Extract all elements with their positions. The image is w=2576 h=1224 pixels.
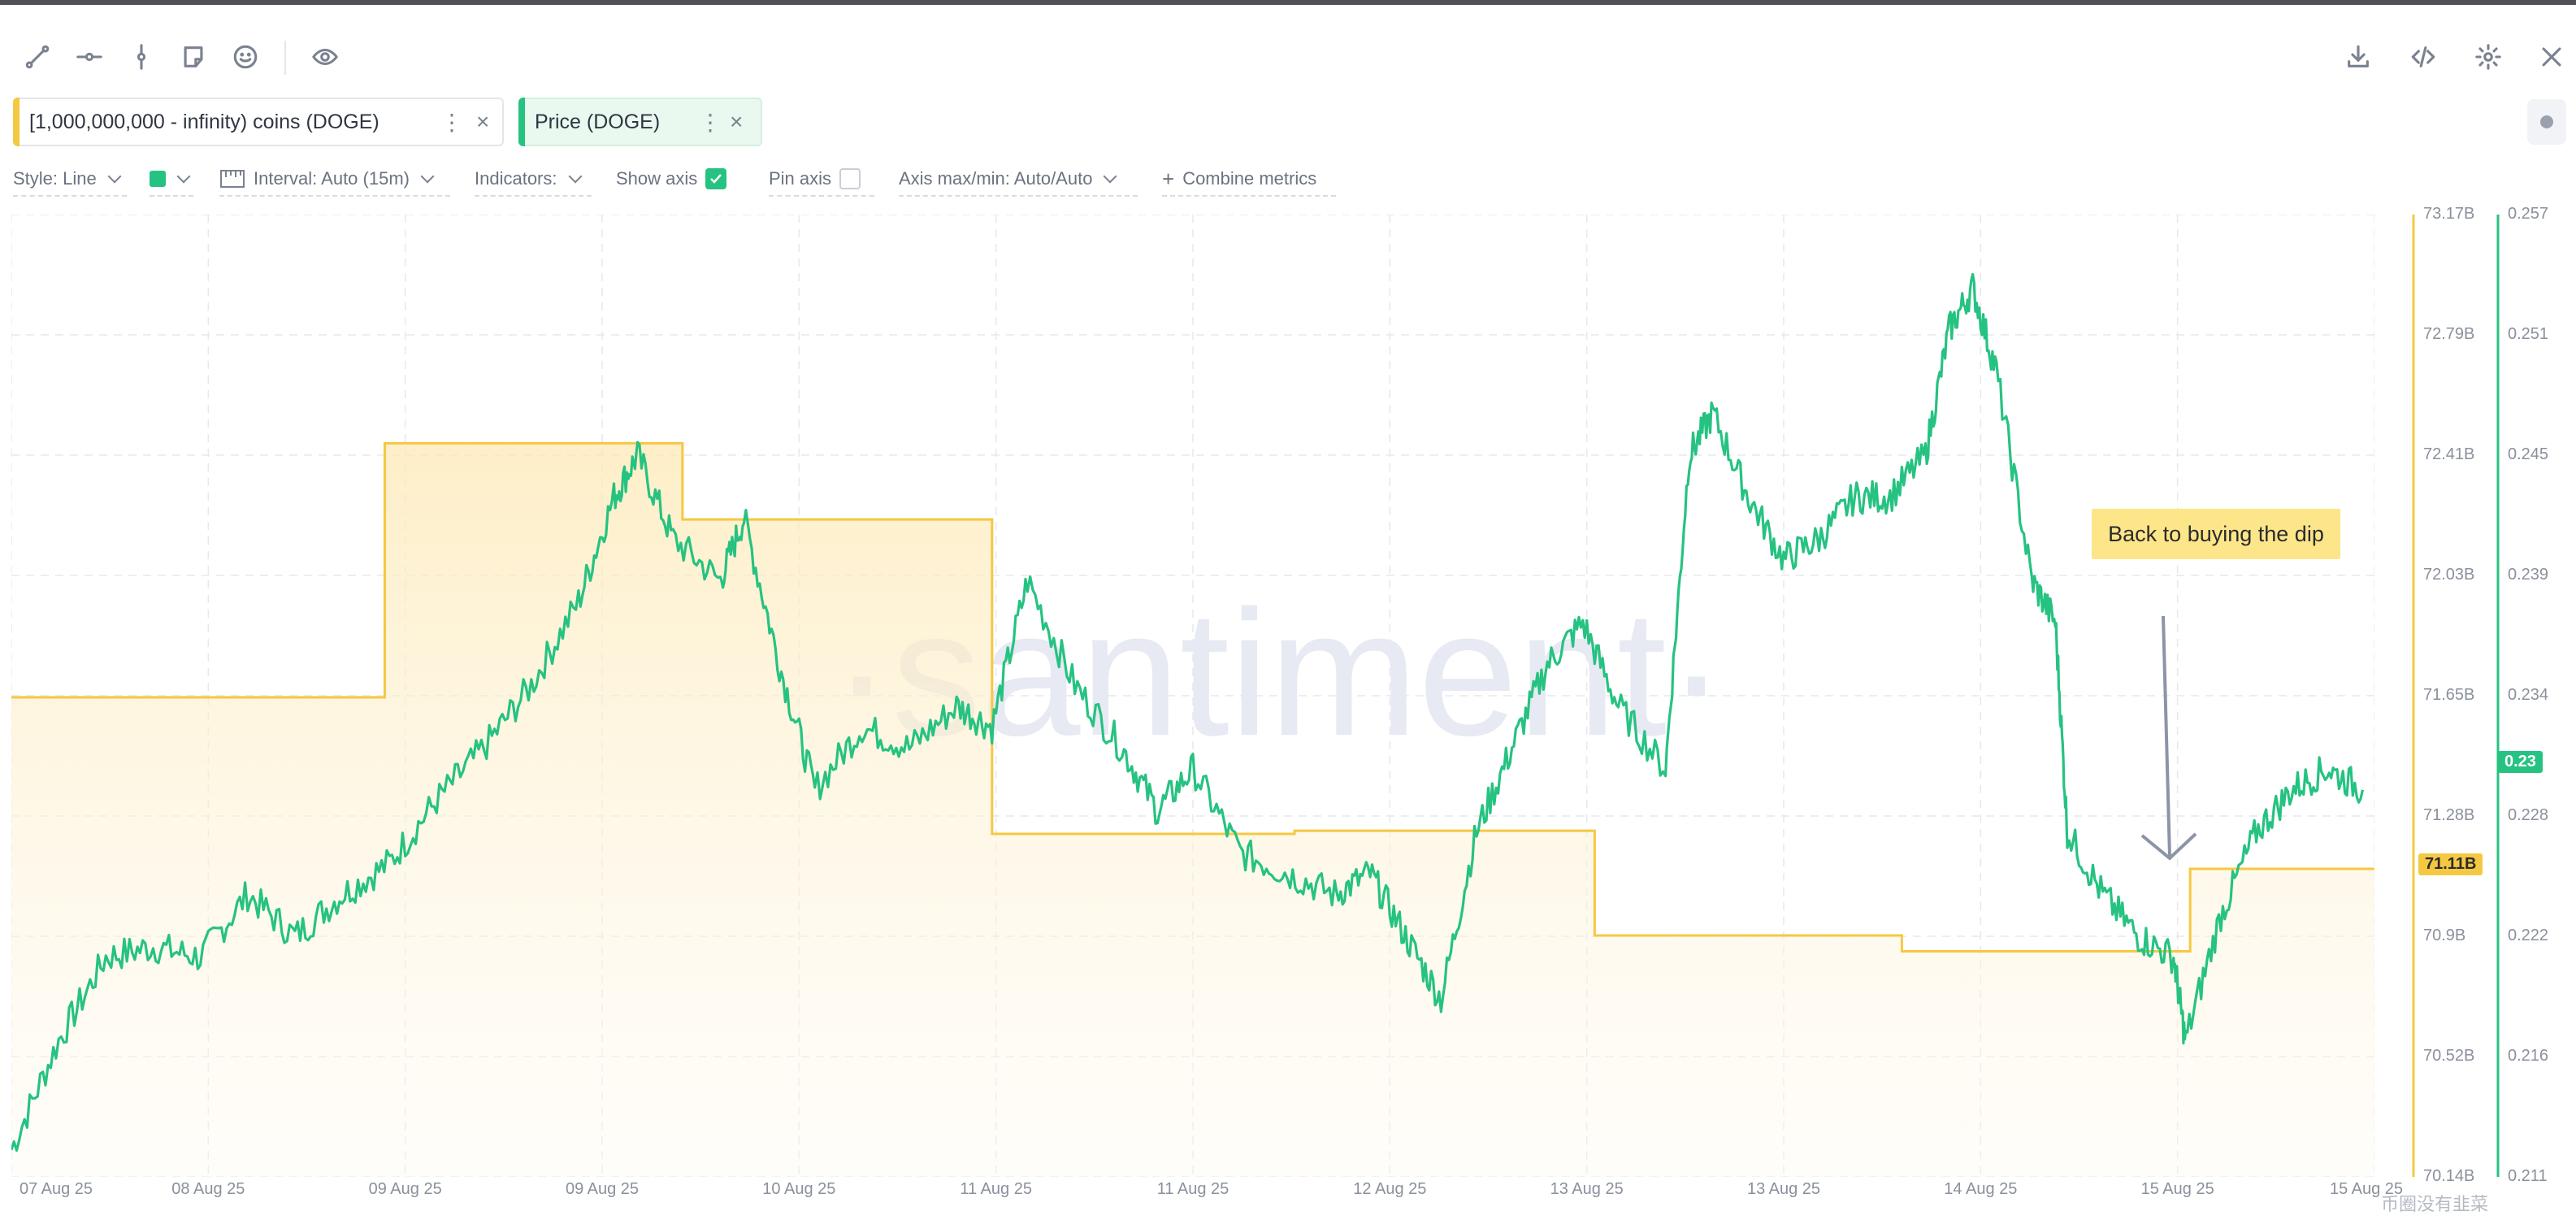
- price-axis-tick: 0.228: [2508, 806, 2549, 824]
- x-axis-tick: 15 Aug 25: [2140, 1180, 2214, 1198]
- toolbar-divider: [284, 41, 286, 75]
- x-axis-tick: 11 Aug 25: [960, 1180, 1032, 1198]
- chevron-down-icon: [176, 169, 191, 184]
- price-current-badge: 0.23: [2498, 751, 2543, 773]
- x-axis-tick: 09 Aug 25: [368, 1180, 442, 1198]
- axis-maxmin-label: Axis max/min: Auto/Auto: [899, 168, 1093, 189]
- interval-select[interactable]: Interval: Auto (15m): [219, 163, 450, 197]
- vertical-line-icon[interactable]: [124, 39, 159, 75]
- plus-icon: +: [1162, 166, 1175, 191]
- price-axis-tick: 0.234: [2508, 686, 2549, 704]
- supply-axis-tick: 70.14B: [2423, 1167, 2475, 1185]
- color-select[interactable]: [150, 163, 193, 197]
- chevron-down-icon: [568, 169, 582, 184]
- chart-toolbar: [0, 33, 2576, 81]
- download-icon[interactable]: [2340, 39, 2376, 75]
- supply-axis-tick: 72.41B: [2423, 445, 2475, 463]
- settings-icon[interactable]: [2470, 39, 2506, 75]
- supply-axis-tick: 72.03B: [2423, 566, 2475, 584]
- pin-axis-label: Pin axis: [769, 168, 832, 189]
- supply-current-badge: 71.11B: [2418, 853, 2483, 875]
- close-icon[interactable]: [2534, 39, 2569, 75]
- x-axis-tick: 12 Aug 25: [1353, 1180, 1427, 1198]
- x-axis-tick: 13 Aug 25: [1550, 1180, 1624, 1198]
- price-axis-tick: 0.245: [2508, 445, 2549, 463]
- x-axis-tick: 13 Aug 25: [1746, 1180, 1821, 1198]
- x-axis-tick: 11 Aug 25: [1156, 1180, 1229, 1198]
- price-axis-tick: 0.211: [2508, 1167, 2548, 1185]
- annotation-label[interactable]: Back to buying the dip: [2092, 509, 2340, 559]
- supply-axis-tick: 70.9B: [2423, 927, 2466, 944]
- check-icon: [710, 174, 722, 184]
- pin-axis-checkbox[interactable]: [839, 168, 861, 189]
- interval-label: Interval: Auto (15m): [254, 168, 410, 189]
- price-axis-tick: 0.239: [2508, 566, 2549, 584]
- panel-toggle-button[interactable]: [2527, 99, 2566, 145]
- supply-axis-tick: 71.65B: [2423, 686, 2475, 704]
- supply-axis-tick: 71.28B: [2423, 806, 2475, 824]
- chart-options-row: Style: Line Interval: Auto (15m) Indicat…: [0, 163, 2576, 198]
- price-axis-tick: 0.257: [2508, 205, 2549, 223]
- annotation-arrow: [2140, 615, 2197, 861]
- metric-remove-icon[interactable]: ×: [476, 109, 489, 135]
- style-label: Style: Line: [13, 168, 97, 189]
- metric-menu-icon[interactable]: ⋮: [440, 109, 463, 136]
- style-select[interactable]: Style: Line: [13, 163, 127, 197]
- x-axis-tick: 10 Aug 25: [762, 1180, 836, 1198]
- emoji-icon[interactable]: [228, 39, 263, 75]
- chart-plot[interactable]: ·santiment·: [11, 215, 2374, 1177]
- x-axis-tick: 14 Aug 25: [1944, 1180, 2018, 1198]
- pin-axis-toggle[interactable]: Pin axis: [769, 163, 874, 197]
- dot-icon: [2540, 115, 2553, 128]
- show-axis-label: Show axis: [616, 168, 698, 189]
- color-swatch: [150, 171, 166, 187]
- trend-line-icon[interactable]: [20, 39, 55, 75]
- axis-maxmin-select[interactable]: Axis max/min: Auto/Auto: [899, 163, 1138, 197]
- metric-color-bar: [13, 98, 20, 146]
- supply-axis-tick: 73.17B: [2423, 205, 2475, 223]
- chevron-down-icon: [1103, 169, 1117, 184]
- price-axis-tick: 0.251: [2508, 325, 2549, 343]
- chevron-down-icon: [107, 169, 122, 184]
- x-axis-tick: 08 Aug 25: [171, 1180, 245, 1198]
- corner-watermark: 币圈没有韭菜: [2381, 1194, 2489, 1214]
- metric-menu-icon[interactable]: ⋮: [699, 109, 722, 136]
- show-axis-checkbox[interactable]: [705, 168, 727, 189]
- combine-metrics-button[interactable]: + Combine metrics: [1162, 163, 1336, 197]
- chevron-down-icon: [420, 169, 435, 184]
- x-axis-tick: 07 Aug 25: [19, 1180, 93, 1198]
- metric-chip-price[interactable]: Price (DOGE) ⋮ ×: [518, 98, 762, 146]
- show-axis-toggle[interactable]: Show axis: [616, 163, 743, 195]
- combine-metrics-label: Combine metrics: [1182, 168, 1317, 189]
- note-icon[interactable]: [176, 39, 211, 75]
- horizontal-ray-icon[interactable]: [72, 39, 107, 75]
- supply-axis-tick: 70.52B: [2423, 1047, 2475, 1065]
- window-top-bar: [0, 0, 2576, 5]
- supply-axis-tick: 72.79B: [2423, 325, 2475, 343]
- embed-code-icon[interactable]: [2405, 39, 2441, 75]
- ruler-icon: [220, 170, 245, 188]
- arrow-shaft: [2162, 615, 2171, 857]
- metric-chip-whale-supply[interactable]: [1,000,000,000 - infinity) coins (DOGE) …: [13, 98, 504, 146]
- eye-icon[interactable]: [307, 39, 343, 75]
- price-axis-tick: 0.216: [2508, 1047, 2549, 1065]
- indicators-select[interactable]: Indicators:: [475, 163, 592, 197]
- metric-remove-icon[interactable]: ×: [730, 109, 743, 135]
- indicators-label: Indicators:: [475, 168, 557, 189]
- metric-label: Price (DOGE): [535, 110, 661, 133]
- metric-label: [1,000,000,000 - infinity) coins (DOGE): [29, 110, 379, 133]
- metric-color-bar: [518, 98, 525, 146]
- x-axis-tick: 09 Aug 25: [565, 1180, 640, 1198]
- price-axis-tick: 0.222: [2508, 927, 2549, 944]
